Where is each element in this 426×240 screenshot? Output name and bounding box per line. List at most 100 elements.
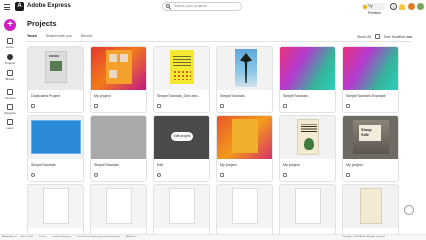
project-thumbnail[interactable] bbox=[91, 185, 146, 228]
apps-icon[interactable] bbox=[408, 3, 415, 10]
project-thumbnail[interactable] bbox=[217, 47, 272, 90]
project-thumbnail[interactable] bbox=[343, 47, 398, 90]
project-thumbnail[interactable]: Stoop Sale bbox=[343, 116, 398, 159]
project-name[interactable]: SimpleTutorials Example bbox=[346, 94, 397, 98]
project-type-icon bbox=[283, 173, 287, 177]
project-name[interactable]: Edit bbox=[157, 163, 208, 167]
project-type-icon bbox=[283, 104, 287, 108]
project-card[interactable]: My project bbox=[279, 115, 336, 182]
project-card[interactable]: Edit project Edit bbox=[153, 115, 210, 182]
edit-project-bubble[interactable]: Edit project bbox=[171, 132, 193, 141]
project-thumbnail[interactable] bbox=[217, 116, 272, 159]
project-card[interactable]: My project bbox=[90, 46, 147, 113]
project-thumbnail[interactable] bbox=[91, 47, 146, 90]
project-card[interactable] bbox=[342, 184, 399, 240]
hamburger-menu-icon[interactable] bbox=[4, 4, 10, 10]
footer-link[interactable]: Terms of Use bbox=[20, 235, 33, 240]
sidebar-item-label: Projects bbox=[4, 61, 16, 65]
sidebar-item-projects[interactable]: Projects bbox=[0, 54, 20, 65]
tab-yours[interactable]: Yours bbox=[27, 33, 37, 42]
sidebar-item-label: Libraries bbox=[4, 96, 16, 100]
project-card[interactable]: SimpleTutorials bbox=[279, 46, 336, 113]
sidebar-item-home[interactable]: Home bbox=[0, 38, 20, 49]
footer-link[interactable]: Privacy bbox=[39, 235, 46, 240]
project-card[interactable]: SimpleTutorials bbox=[216, 46, 273, 113]
chat-help-button[interactable] bbox=[404, 205, 414, 215]
project-thumbnail[interactable]: Edit project bbox=[154, 116, 209, 159]
home-icon bbox=[7, 38, 13, 44]
try-premium-button[interactable]: Try Premium bbox=[361, 3, 385, 15]
project-name[interactable]: SimpleTutorials bbox=[283, 94, 334, 98]
create-button[interactable]: + bbox=[4, 19, 16, 31]
project-thumbnail[interactable] bbox=[28, 185, 83, 228]
project-card[interactable] bbox=[90, 184, 147, 240]
stoop-sale-sign: Stoop Sale bbox=[359, 125, 381, 141]
tabs-divider bbox=[27, 41, 412, 42]
sidebar-item-libraries[interactable]: Libraries bbox=[0, 89, 20, 100]
project-thumbnail[interactable] bbox=[217, 185, 272, 228]
project-name[interactable]: SimpleTutorials_Grid des... bbox=[157, 94, 208, 98]
project-thumbnail[interactable] bbox=[91, 116, 146, 159]
project-card[interactable] bbox=[216, 184, 273, 240]
project-card[interactable] bbox=[27, 184, 84, 240]
project-tabs: Yours Shared with you Recent bbox=[27, 33, 92, 42]
project-type-icon bbox=[94, 104, 98, 108]
project-thumbnail[interactable] bbox=[280, 185, 335, 228]
project-card[interactable]: My project bbox=[216, 115, 273, 182]
project-type-icon bbox=[31, 173, 35, 177]
project-name[interactable]: SimpleTutorials bbox=[31, 163, 82, 167]
crown-icon bbox=[363, 4, 367, 9]
tab-shared-with-you[interactable]: Shared with you bbox=[46, 33, 72, 41]
project-name[interactable]: My project bbox=[283, 163, 334, 167]
sort-dropdown[interactable]: Sort: Modified date bbox=[384, 35, 412, 39]
grid-view-icon[interactable] bbox=[374, 34, 380, 39]
sidebar-item-label: Brands bbox=[5, 77, 15, 81]
project-thumbnail[interactable] bbox=[280, 47, 335, 90]
view-controls: Show: All Sort: Modified date bbox=[357, 34, 412, 39]
footer-link[interactable]: Cookie preferences bbox=[52, 235, 71, 240]
brands-icon bbox=[7, 70, 13, 76]
tab-recent[interactable]: Recent bbox=[81, 33, 92, 41]
project-name[interactable]: My project bbox=[346, 163, 397, 167]
project-thumbnail[interactable] bbox=[28, 116, 83, 159]
try-premium-label: Try Premium bbox=[368, 4, 381, 15]
notification-bell-icon[interactable] bbox=[399, 3, 405, 10]
project-name[interactable]: My project bbox=[94, 94, 145, 98]
projects-icon bbox=[7, 54, 13, 60]
project-thumbnail[interactable] bbox=[343, 185, 398, 228]
project-thumbnail[interactable] bbox=[154, 185, 209, 228]
project-name[interactable]: SimpleTutorials bbox=[220, 94, 271, 98]
project-name[interactable]: SimpleTutorials bbox=[94, 163, 145, 167]
show-filter-dropdown[interactable]: Show: All bbox=[357, 35, 371, 39]
project-card[interactable]: SimpleTutorials bbox=[27, 115, 84, 182]
project-type-icon bbox=[220, 104, 224, 108]
search-input[interactable]: Search your projects bbox=[162, 2, 242, 11]
sidebar-item-schedule[interactable]: Schedule bbox=[0, 104, 20, 115]
adobe-express-logo[interactable]: A bbox=[15, 2, 24, 11]
project-card[interactable]: SimpleTutorials Example bbox=[342, 46, 399, 113]
project-card[interactable] bbox=[279, 184, 336, 240]
schedule-icon bbox=[7, 104, 13, 110]
sidebar-item-learn[interactable]: Learn bbox=[0, 119, 20, 130]
project-card[interactable]: SimpleTutorials_Grid des... bbox=[153, 46, 210, 113]
sidebar-item-brands[interactable]: Brands bbox=[0, 70, 20, 81]
help-icon[interactable]: ? bbox=[390, 3, 397, 10]
project-type-icon bbox=[220, 173, 224, 177]
libraries-icon bbox=[7, 89, 13, 95]
project-thumbnail[interactable] bbox=[154, 47, 209, 90]
project-card[interactable] bbox=[153, 184, 210, 240]
project-type-icon bbox=[157, 173, 161, 177]
project-type-icon bbox=[346, 104, 350, 108]
project-name[interactable]: My project bbox=[220, 163, 271, 167]
project-name[interactable]: Duplicated Project bbox=[31, 94, 82, 98]
project-card[interactable]: SimpleTutorials bbox=[90, 115, 147, 182]
project-thumbnail[interactable] bbox=[28, 47, 83, 90]
footer-links: Terms of Use Privacy Cookie preferences … bbox=[20, 235, 137, 240]
project-thumbnail[interactable] bbox=[280, 116, 335, 159]
footer-link[interactable]: Do not sell or share my personal informa… bbox=[77, 235, 120, 240]
footer-link[interactable]: AdChoices bbox=[126, 235, 137, 240]
user-avatar[interactable] bbox=[417, 3, 424, 10]
project-card[interactable]: Stoop Sale My project bbox=[342, 115, 399, 182]
project-card[interactable]: Duplicated Project bbox=[27, 46, 84, 113]
project-type-icon bbox=[346, 173, 350, 177]
